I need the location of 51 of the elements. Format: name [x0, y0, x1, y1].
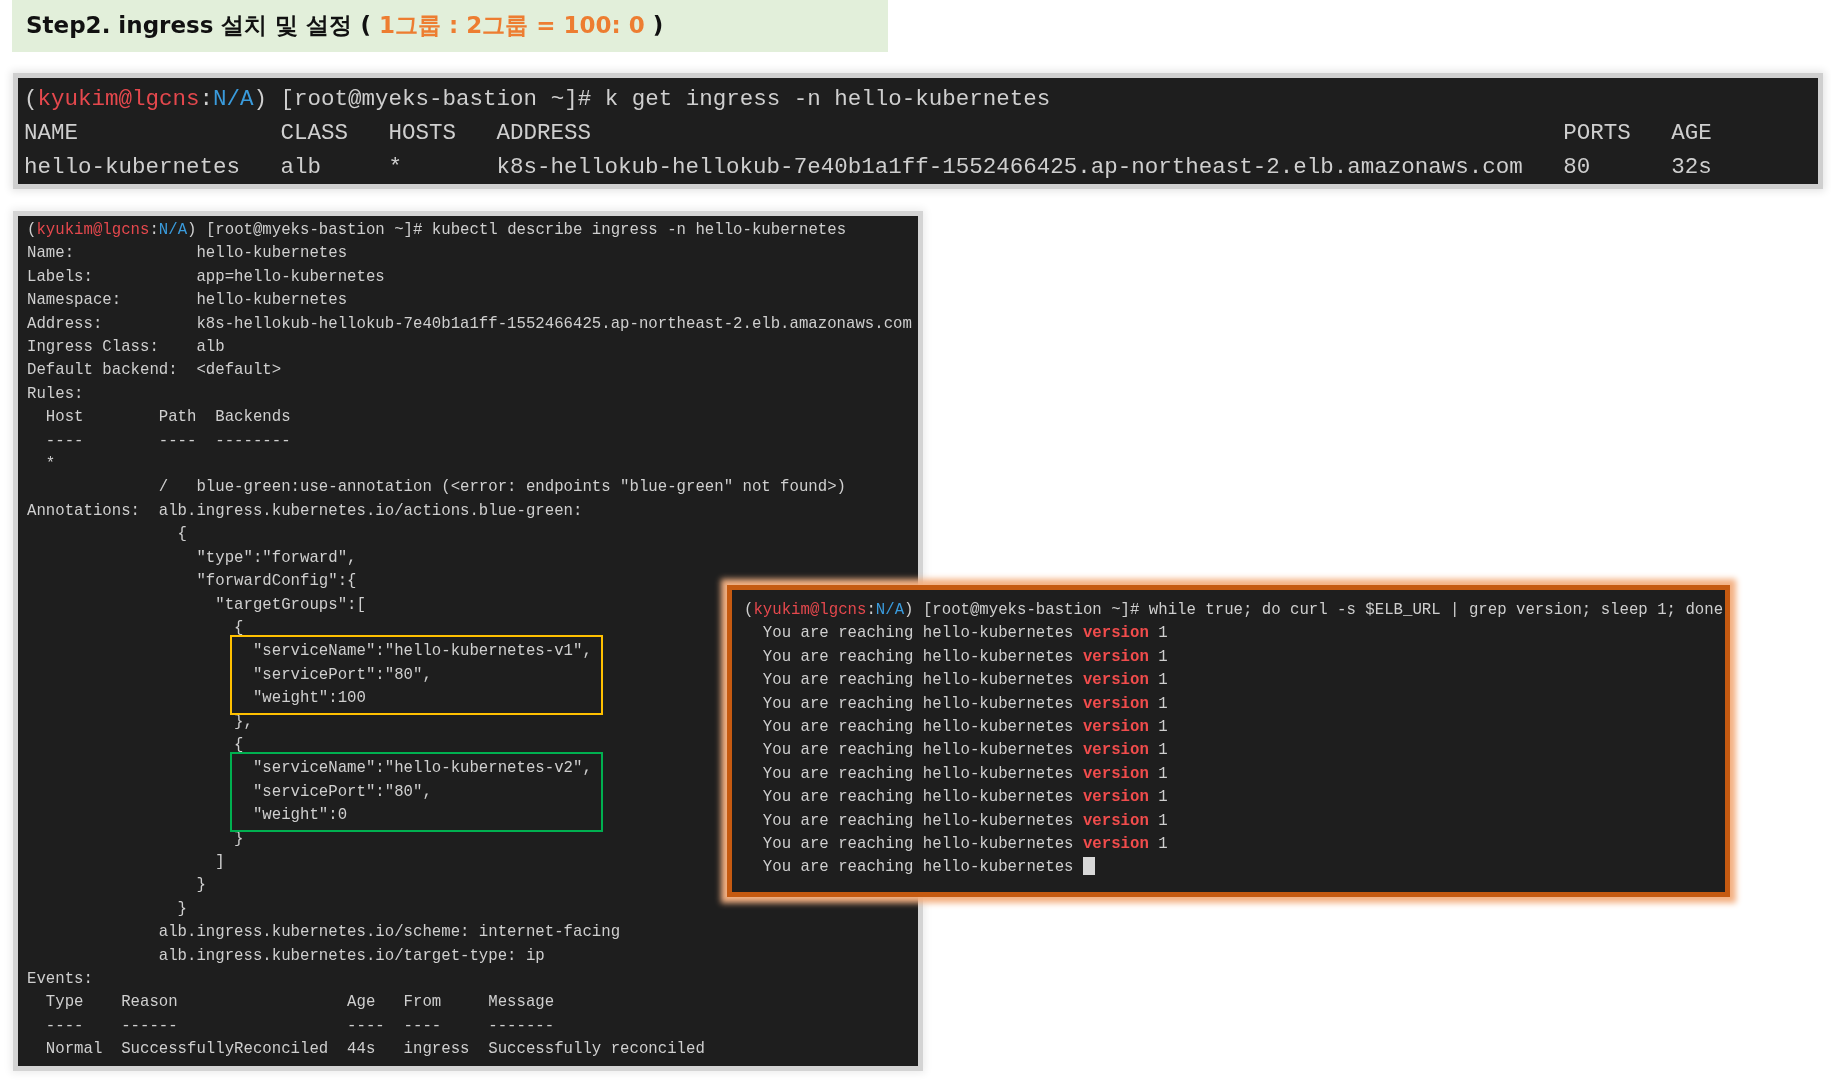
terminal-line: (kyukim@lgcns:N/A) [root@myeks-bastion ~]# k get ingress -n hello-kubernetes: [24, 85, 1051, 114]
terminal-line: alb.ingress.kubernetes.io/scheme: internet-facing: [157, 922, 621, 944]
terminal-line: "servicePort":"80",: [251, 781, 432, 803]
terminal-line: Type Reason Age From Message: [44, 992, 555, 1014]
terminal-line: *: [44, 454, 56, 476]
terminal-line: hello-kubernetes alb * k8s-hellokub-hellokub-7e40b1a1ff-1552466425.ap-northeast-2.elb.amazonaws.com 80 32s: [24, 153, 1712, 182]
terminal-line: Host Path Backends: [44, 407, 291, 429]
terminal-line: ]: [214, 851, 225, 873]
terminal-line: You are reaching hello-kubernetes version 1: [761, 623, 1168, 645]
terminal-line: You are reaching hello-kubernetes version 1: [761, 787, 1168, 809]
terminal-line: (kyukim@lgcns:N/A) [root@myeks-bastion ~]# while true; do curl -s $ELB_URL | grep version; sleep 1; done: [744, 600, 1724, 621]
terminal-line: NAME CLASS HOSTS ADDRESS PORTS AGE: [24, 119, 1712, 148]
terminal-line: }: [176, 898, 188, 920]
terminal-line: You are reaching hello-kubernetes version 1: [761, 740, 1168, 762]
terminal-line: You are reaching hello-kubernetes version 1: [761, 810, 1168, 832]
terminal-line: Annotations: alb.ingress.kubernetes.io/actions.blue-green:: [27, 500, 583, 522]
terminal-line: {: [233, 734, 244, 756]
terminal-line: Ingress Class: alb: [27, 337, 225, 359]
terminal-line: "targetGroups":[: [214, 594, 366, 616]
terminal-line: }: [195, 875, 206, 897]
terminal-line: Default backend: <default>: [27, 360, 282, 382]
terminal-line: You are reaching hello-kubernetes version 1: [761, 717, 1168, 739]
terminal-line: You are reaching hello-kubernetes: [744, 856, 1096, 880]
terminal-line: "servicePort":"80",: [251, 664, 432, 686]
terminal-line: Namespace: hello-kubernetes: [27, 290, 348, 312]
terminal-line: "weight":100: [251, 688, 366, 710]
terminal-line: You are reaching hello-kubernetes version 1: [761, 670, 1168, 692]
terminal-line: {: [233, 617, 244, 639]
terminal-line: Normal SuccessfullyReconciled 44s ingress Successfully reconciled: [44, 1039, 705, 1061]
terminal-line: Labels: app=hello-kubernetes: [27, 266, 385, 288]
terminal-line: "forwardConfig":{: [195, 571, 357, 593]
terminal-line: {: [176, 524, 188, 546]
terminal-line: Rules:: [27, 383, 84, 405]
terminal-line: ---- ---- --------: [44, 430, 291, 452]
terminal-line: "serviceName":"hello-kubernetes-v2",: [251, 758, 592, 780]
terminal-line: Events:: [27, 969, 93, 990]
terminal-line: "weight":0: [251, 805, 348, 827]
terminal-line: You are reaching hello-kubernetes version 1: [761, 693, 1168, 715]
terminal-line: (kyukim@lgcns:N/A) [root@myeks-bastion ~]# kubectl describe ingress -n hello-kubernetes: [27, 220, 847, 241]
terminal-line: "type":"forward",: [195, 547, 357, 569]
terminal-line: alb.ingress.kubernetes.io/target-type: ip: [157, 945, 545, 967]
terminal-line: Address: k8s-hellokub-hellokub-7e40b1a1ff-1552466425.ap-northeast-2.elb.amazonaws.com: [27, 313, 912, 335]
terminal-line: You are reaching hello-kubernetes version 1: [761, 763, 1168, 785]
terminal-line: You are reaching hello-kubernetes version 1: [761, 834, 1168, 856]
title-banner: Step2. ingress 설치 및 설정 ( 1그룹 : 2그룹 = 100: 0 ): [12, 0, 888, 52]
cursor: [1082, 857, 1096, 875]
terminal-line: / blue-green:use-annotation (<error: endpoints "blue-green" not found>): [157, 477, 847, 499]
terminal-line: You are reaching hello-kubernetes version 1: [761, 646, 1168, 668]
terminal-line: ---- ------ ---- ---- -------: [44, 1015, 555, 1037]
terminal-line: Name: hello-kubernetes: [27, 243, 348, 265]
terminal-line: "serviceName":"hello-kubernetes-v1",: [251, 641, 592, 663]
